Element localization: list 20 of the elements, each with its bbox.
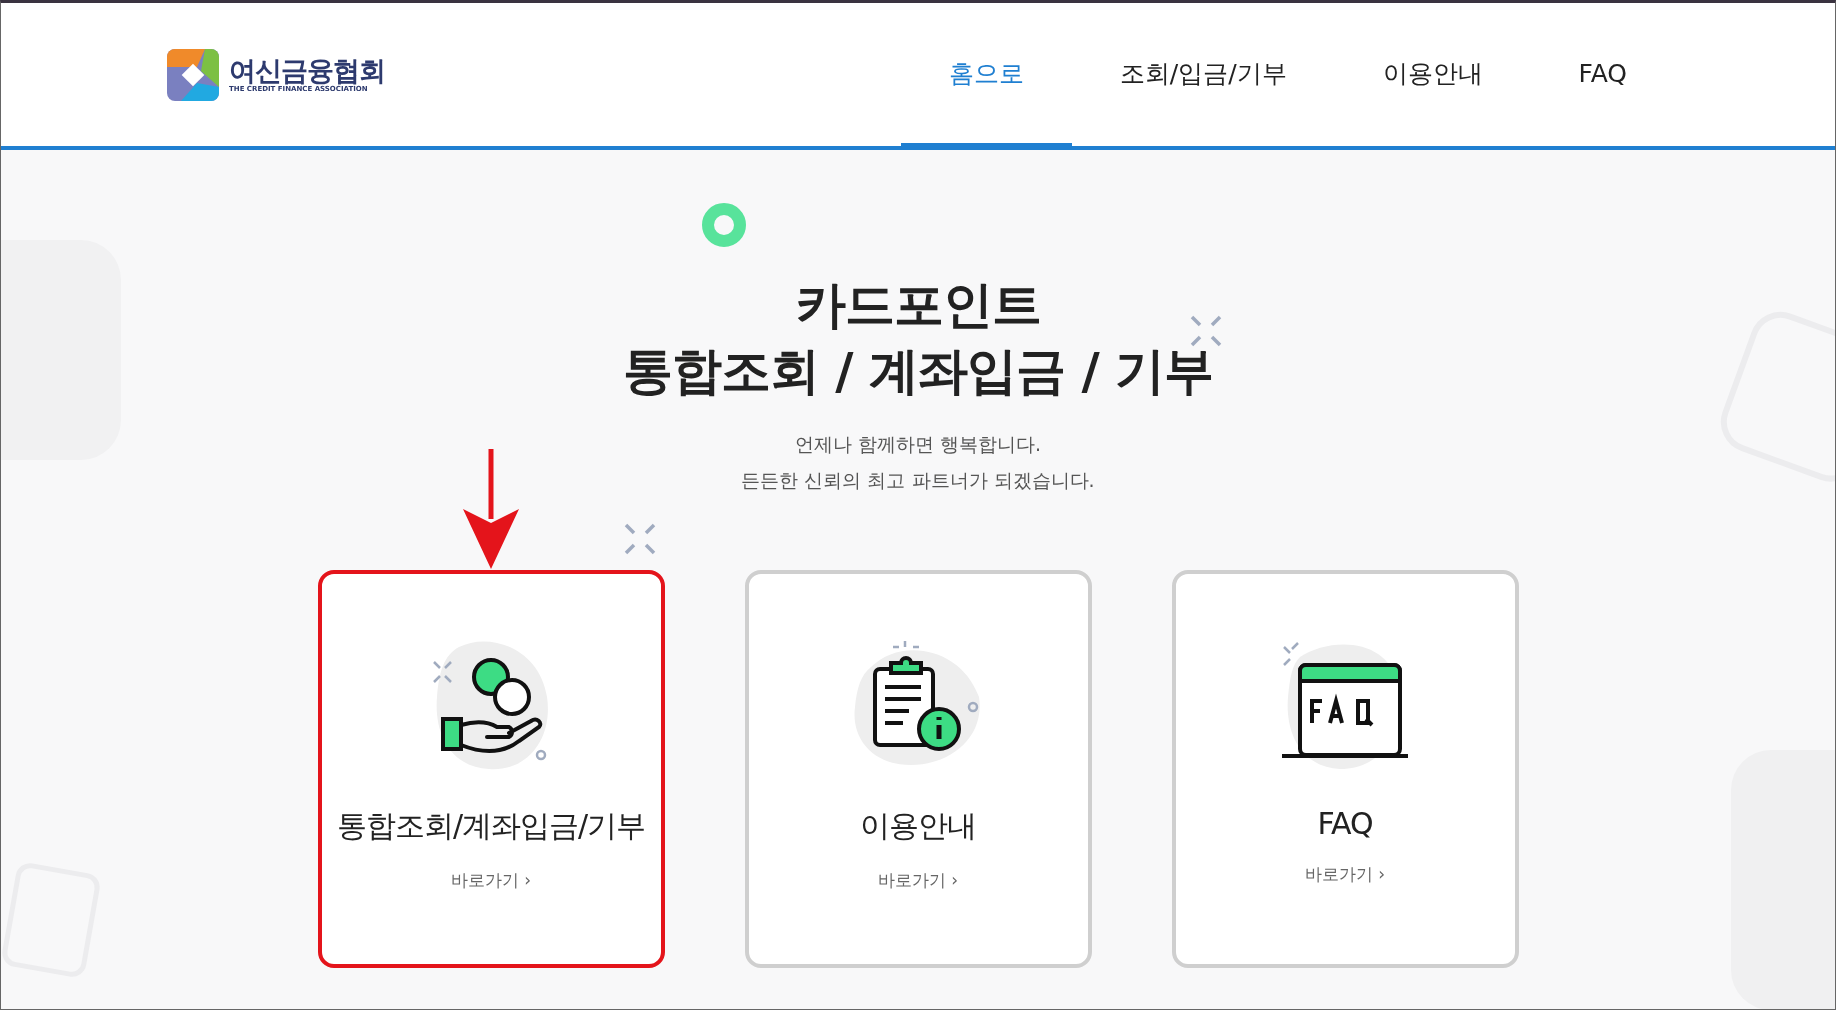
- sparkle-icon: [622, 522, 657, 556]
- nav-link[interactable]: FAQ: [1530, 3, 1675, 146]
- nav-link[interactable]: 조회/입금/기부: [1071, 3, 1335, 146]
- go-link[interactable]: 바로가기 ›: [1304, 863, 1386, 886]
- logo-icon: [167, 48, 219, 101]
- sparkle-icon: [1189, 314, 1224, 348]
- go-link[interactable]: 바로가기 ›: [450, 869, 532, 892]
- nav-link[interactable]: 홈으로: [900, 3, 1072, 146]
- hero-title: 카드포인트: [795, 275, 1041, 336]
- card-title: 통합조회/계좌입금/기부: [336, 807, 646, 845]
- go-link[interactable]: 바로가기 ›: [877, 869, 959, 892]
- ring-icon: [700, 202, 747, 248]
- card-title: FAQ: [1317, 806, 1373, 841]
- logo-name: 여신금융협회: [229, 55, 385, 86]
- hero-subtitle: 언제나 함께하면 행복합니다. 든든한 신뢰의 최고 파트너가 되겠습니다.: [741, 432, 1095, 493]
- menu-card[interactable]: FAQ 바로가기 ›: [1171, 570, 1519, 968]
- card-title: 이용안내: [860, 807, 976, 845]
- nav-link[interactable]: 이용안내: [1334, 3, 1531, 146]
- menu-card[interactable]: 이용안내 바로가기 ›: [744, 570, 1092, 968]
- hero-title: 통합조회 / 계좌입금 / 기부: [622, 341, 1214, 402]
